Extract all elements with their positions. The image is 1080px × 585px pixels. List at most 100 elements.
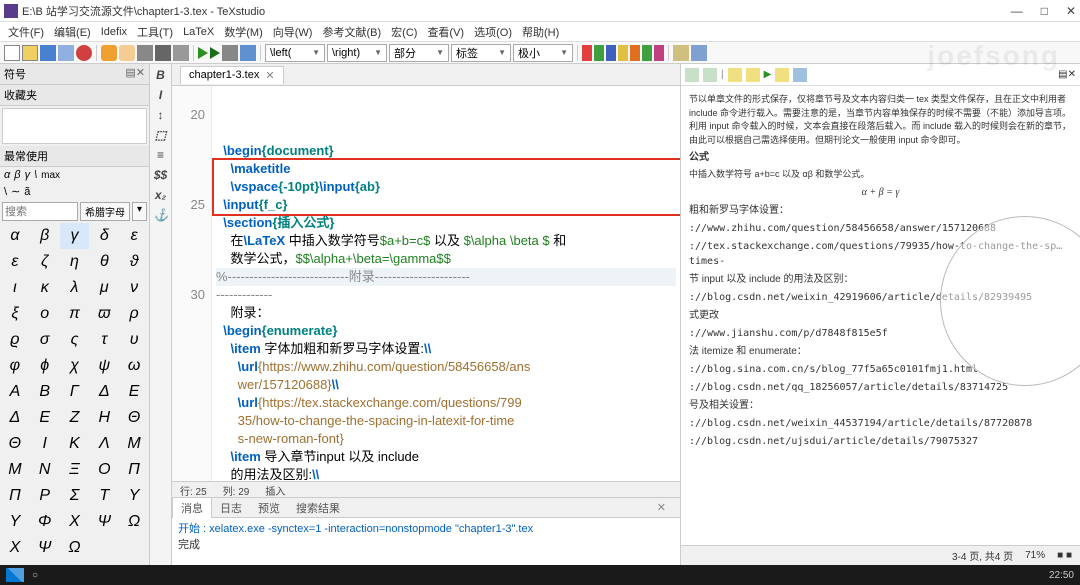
new-icon[interactable] [4,45,20,61]
tab-search[interactable]: 搜索结果 [288,498,348,518]
label-combo[interactable]: 标签▼ [451,44,511,62]
menu-help[interactable]: 帮助(H) [518,24,563,40]
symbol-cell[interactable]: ν [119,275,149,301]
symbol-cell[interactable]: Υ [0,509,30,535]
symbol-cell[interactable]: η [60,249,90,275]
sym-tilde[interactable]: ∼ [11,185,20,198]
symbol-cell[interactable]: ϕ [30,353,60,379]
symbol-cell[interactable]: ψ [89,353,119,379]
symbol-cell[interactable] [89,535,119,561]
sym-max[interactable]: max [41,170,60,181]
code-content[interactable]: \begin{document} \maketitle \vspace{-10p… [212,86,680,481]
symbol-cell[interactable]: E [30,405,60,431]
close-doc-icon[interactable] [76,45,92,61]
symbol-cell[interactable]: μ [89,275,119,301]
sub-icon[interactable]: x₂ [154,188,168,202]
bold-icon[interactable]: B [154,68,168,82]
symbol-cell[interactable]: σ [30,327,60,353]
preview-content[interactable]: 节以单章文件的形式保存，仅将章节号及文本内容归类一 tex 类型文件保存，且在正… [681,86,1080,545]
symbol-cell[interactable]: β [30,223,60,249]
tool2-icon[interactable] [691,45,707,61]
left-icon[interactable]: ⬚ [154,128,168,142]
symbol-cell[interactable]: α [0,223,30,249]
symbol-cell[interactable]: N [30,457,60,483]
copy-icon[interactable] [155,45,171,61]
close-button[interactable]: ✕ [1066,4,1076,18]
symbol-cell[interactable]: X [0,535,30,561]
symbol-cell[interactable]: P [30,483,60,509]
symbol-cell[interactable]: Θ [0,431,30,457]
symbol-cell[interactable]: δ [89,223,119,249]
symbol-cell[interactable]: ε [0,249,30,275]
greek-button[interactable]: 希腊字母 [80,202,130,221]
windows-taskbar[interactable]: ○ 22:50 [0,565,1080,585]
sym-gamma[interactable]: γ [25,169,31,181]
menu-macro[interactable]: 宏(C) [387,24,421,40]
em-icon[interactable]: ↕ [154,108,168,122]
pv-fwd-icon[interactable] [703,68,717,82]
menu-math[interactable]: 数学(M) [220,24,267,40]
symbol-cell[interactable]: O [89,457,119,483]
symbol-cell[interactable]: Φ [30,509,60,535]
symbol-cell[interactable]: I [30,431,60,457]
hl-green2-icon[interactable] [642,45,652,61]
search-taskbar-icon[interactable]: ○ [32,570,38,581]
tab-messages[interactable]: 消息 [172,497,212,518]
symbol-cell[interactable]: ζ [30,249,60,275]
symbol-cell[interactable]: H [89,405,119,431]
symbol-search-input[interactable] [2,202,78,221]
tab-preview[interactable]: 预览 [250,498,288,518]
panel-close-icon[interactable]: ▤✕ [125,66,145,82]
menu-edit[interactable]: 编辑(E) [50,24,95,40]
symbol-cell[interactable]: κ [30,275,60,301]
most-used-label[interactable]: 最常使用 [0,146,149,167]
maximize-button[interactable]: □ [1041,4,1048,18]
symbol-cell[interactable]: τ [89,327,119,353]
menu-view[interactable]: 查看(V) [423,24,468,40]
symbol-cell[interactable]: X [60,509,90,535]
symbol-cell[interactable]: ξ [0,301,30,327]
paste-icon[interactable] [173,45,189,61]
stop-icon[interactable] [222,45,238,61]
symbol-cell[interactable]: υ [119,327,149,353]
compile-icon[interactable] [210,47,220,59]
save-all-icon[interactable] [58,45,74,61]
symbol-cell[interactable]: ς [60,327,90,353]
pv-prev-icon[interactable] [746,68,760,82]
part-combo[interactable]: 部分▼ [389,44,449,62]
tool-icon[interactable] [673,45,689,61]
sym-backslash[interactable]: \ [34,169,37,181]
menu-wizard[interactable]: 向导(W) [269,24,317,40]
symbol-cell[interactable]: T [89,483,119,509]
code-editor[interactable]: 20 25 30 \begin{document} \maketitle \vs… [172,86,680,481]
redo-icon[interactable] [119,45,135,61]
cut-icon[interactable] [137,45,153,61]
center-icon[interactable]: ≡ [154,148,168,162]
view-mode-icon[interactable]: ■ ■ [1057,550,1072,561]
menu-idefix[interactable]: Idefix [97,26,131,38]
hl-blue-icon[interactable] [606,45,616,61]
symbol-cell[interactable]: ϖ [89,301,119,327]
view-icon[interactable] [240,45,256,61]
symbol-cell[interactable]: B [30,379,60,405]
file-tab[interactable]: chapter1-3.tex ✕ [180,66,284,84]
symbol-cell[interactable]: o [30,301,60,327]
hl-green-icon[interactable] [594,45,604,61]
inline-math-icon[interactable]: $$ [154,168,168,182]
open-icon[interactable] [22,45,38,61]
symbol-cell[interactable]: Λ [89,431,119,457]
symbol-cell[interactable]: Ω [60,535,90,561]
italic-icon[interactable]: I [154,88,168,102]
hl-red-icon[interactable] [582,45,592,61]
menu-latex[interactable]: LaTeX [179,26,218,38]
hl-yellow-icon[interactable] [618,45,628,61]
menu-tools[interactable]: 工具(T) [133,24,177,40]
symbol-cell[interactable]: K [60,431,90,457]
symbol-cell[interactable]: M [0,457,30,483]
symbol-cell[interactable]: λ [60,275,90,301]
symbol-cell[interactable]: χ [60,353,90,379]
symbol-cell[interactable]: ϑ [119,249,149,275]
hl-pink-icon[interactable] [654,45,664,61]
symbol-cell[interactable]: Ψ [89,509,119,535]
symbol-cell[interactable]: ω [119,353,149,379]
